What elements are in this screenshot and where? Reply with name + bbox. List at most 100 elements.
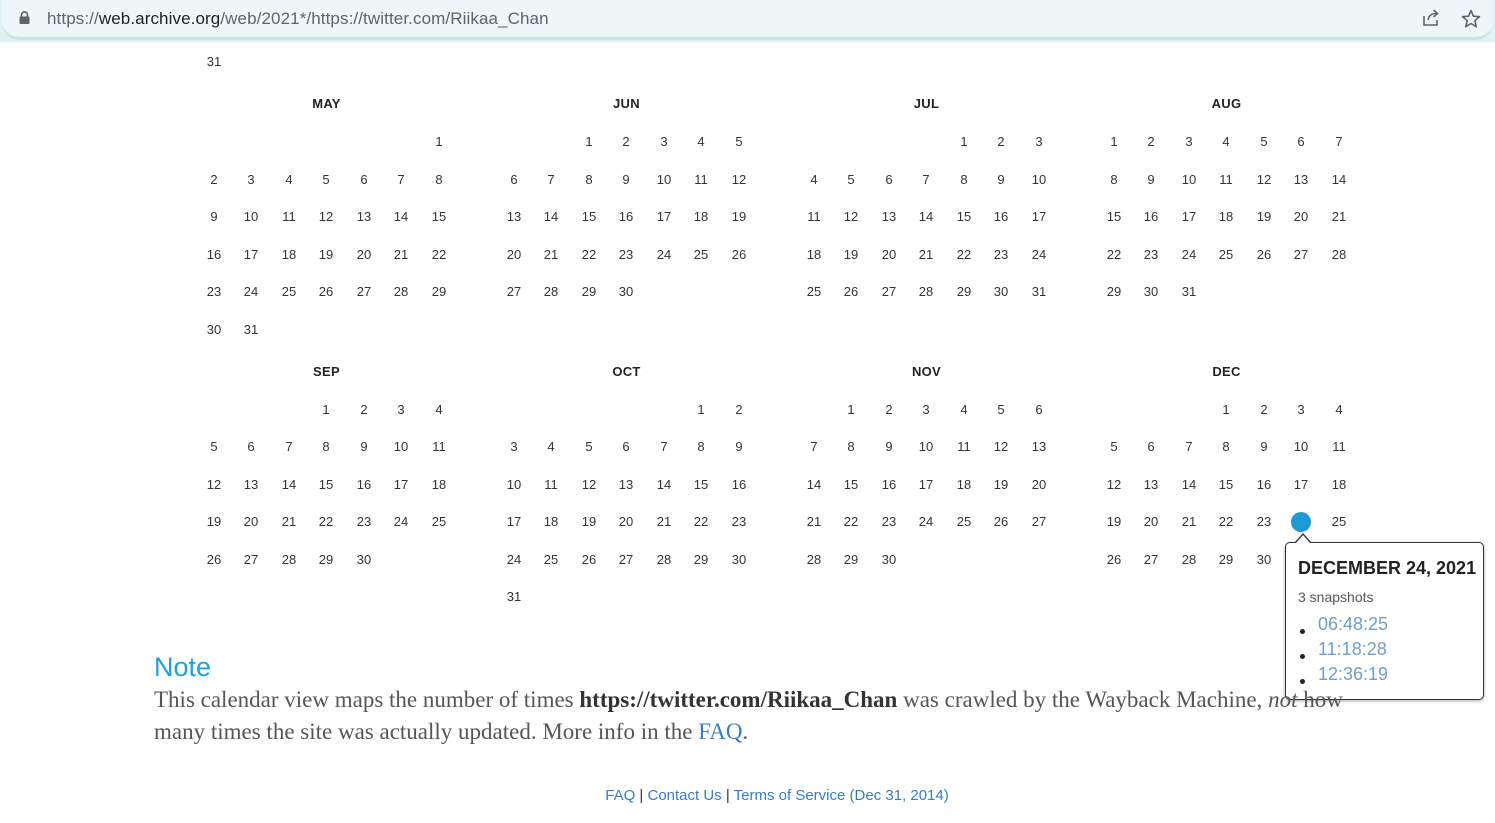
calendar-day: 6	[1035, 402, 1043, 417]
calendar-day: 20	[243, 514, 259, 529]
calendar-day: 31	[243, 322, 259, 337]
footer-faq-link[interactable]: FAQ	[605, 787, 635, 804]
calendar-day: 13	[881, 209, 897, 224]
calendar-day: 19	[206, 514, 222, 529]
calendar-day: 3	[397, 402, 405, 417]
calendar-day: 13	[356, 209, 372, 224]
calendar-day: 9	[622, 172, 630, 187]
month-title: DEC	[1212, 364, 1241, 379]
calendar-day: 5	[1260, 134, 1268, 149]
highlight-circle[interactable]	[1291, 512, 1311, 532]
calendar-day: 7	[1185, 439, 1193, 454]
calendar-day: 20	[881, 247, 897, 262]
calendar-day: 13	[243, 477, 259, 492]
calendar-day: 14	[1181, 477, 1197, 492]
calendar-day: 16	[993, 209, 1009, 224]
calendar-day: 30	[206, 322, 222, 337]
calendar-day: 10	[243, 209, 259, 224]
snapshot-link[interactable]: 06:48:25	[1318, 614, 1388, 635]
calendar-day: 24	[506, 552, 522, 567]
calendar-day: 11	[432, 439, 446, 454]
note-text: This calendar view maps the number of ti…	[154, 687, 1343, 744]
calendar-day: 4	[697, 134, 705, 149]
calendar-day: 16	[881, 477, 897, 492]
calendar-day: 10	[656, 172, 672, 187]
calendar-day: 21	[393, 247, 409, 262]
calendar-day: 2	[885, 402, 893, 417]
snapshot-link[interactable]: 11:18:28	[1318, 639, 1387, 660]
calendar-day: 29	[843, 552, 859, 567]
snapshot-link[interactable]: 12:36:19	[1318, 664, 1388, 685]
share-icon[interactable]	[1421, 8, 1441, 28]
calendar-day: 10	[1293, 439, 1309, 454]
calendar-day: 27	[881, 284, 897, 299]
calendar-day: 26	[581, 552, 597, 567]
calendar-day: 30	[1143, 284, 1159, 299]
calendar-day: 25	[956, 514, 972, 529]
calendar-day: 21	[543, 247, 559, 262]
calendar-day: 20	[506, 247, 522, 262]
calendar-day: 10	[393, 439, 409, 454]
calendar-day: 15	[431, 209, 447, 224]
calendar-day: 9	[210, 209, 218, 224]
calendar-day: 3	[1035, 134, 1043, 149]
bullet-icon	[1300, 629, 1305, 634]
calendar-day: 12	[581, 477, 597, 492]
bookmark-star-icon[interactable]	[1460, 8, 1482, 30]
calendar-day: 29	[431, 284, 447, 299]
calendar-day: 1	[960, 134, 968, 149]
calendar-day: 26	[1256, 247, 1272, 262]
calendar-day: 22	[843, 514, 859, 529]
calendar-day: 18	[956, 477, 972, 492]
calendar-day: 8	[960, 172, 968, 187]
calendar-day: 23	[356, 514, 372, 529]
calendar-day: 1	[585, 134, 593, 149]
footer-contact-link[interactable]: Contact Us	[647, 787, 721, 804]
calendar-day: 17	[656, 209, 672, 224]
calendar-day: 7	[922, 172, 930, 187]
calendar-day: 2	[360, 402, 368, 417]
calendar-day: 13	[1143, 477, 1159, 492]
url-text[interactable]: https://web.archive.org/web/2021*/https:…	[47, 9, 549, 29]
calendar-day: 26	[318, 284, 334, 299]
calendar-day: 21	[918, 247, 934, 262]
calendar-day: 1	[322, 402, 330, 417]
calendar-day: 26	[731, 247, 747, 262]
calendar-day: 22	[1106, 247, 1122, 262]
faq-inline-link[interactable]: FAQ	[698, 719, 742, 744]
calendar-day: 2	[997, 134, 1005, 149]
calendar-day: 23	[731, 514, 747, 529]
calendar-day: 8	[1222, 439, 1230, 454]
calendar-day: 25	[543, 552, 559, 567]
calendar-day: 26	[843, 284, 859, 299]
address-bar[interactable]: https://web.archive.org/web/2021*/https:…	[2, 0, 1493, 40]
calendar-day: 17	[918, 477, 934, 492]
calendar-day: 2	[622, 134, 630, 149]
calendar-day: 14	[543, 209, 559, 224]
calendar-day: 17	[1181, 209, 1197, 224]
note-url: https://twitter.com/Riikaa_Chan	[579, 687, 898, 712]
calendar-day: 29	[956, 284, 972, 299]
calendar-day: 11	[1219, 172, 1233, 187]
calendar-day: 19	[731, 209, 747, 224]
calendar-day: 25	[431, 514, 447, 529]
calendar-day: 16	[618, 209, 634, 224]
calendar-day: 16	[731, 477, 747, 492]
calendar-day: 22	[693, 514, 709, 529]
footer-terms-link[interactable]: Terms of Service (Dec 31, 2014)	[734, 787, 949, 804]
calendar-day: 25	[693, 247, 709, 262]
snapshot-count: 3 snapshots	[1298, 589, 1374, 605]
calendar-day: 11	[694, 172, 708, 187]
calendar-day: 12	[1256, 172, 1272, 187]
calendar-day: 13	[1031, 439, 1047, 454]
lock-icon[interactable]	[19, 11, 30, 24]
calendar-day: 2	[1147, 134, 1155, 149]
calendar-day: 1	[1222, 402, 1230, 417]
calendar-day: 10	[1031, 172, 1047, 187]
calendar-day: 15	[1106, 209, 1122, 224]
calendar-day: 30	[993, 284, 1009, 299]
calendar-day: 24	[1181, 247, 1197, 262]
calendar-day: 30	[356, 552, 372, 567]
calendar-day: 13	[618, 477, 634, 492]
calendar-day: 5	[847, 172, 855, 187]
